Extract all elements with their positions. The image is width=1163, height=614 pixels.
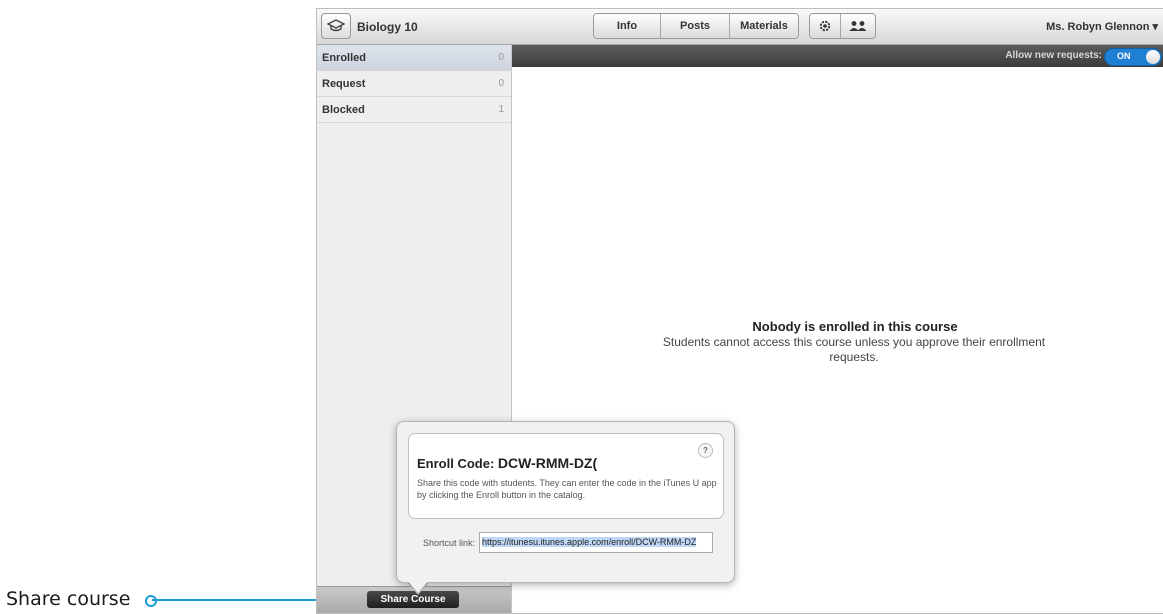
course-button[interactable] — [321, 13, 351, 39]
top-toolbar: Biology 10 Info Posts Materials Ms. Roby… — [317, 9, 1163, 45]
callout-start-dot — [145, 595, 157, 607]
sidebar-item-count: 0 — [498, 52, 504, 63]
toggle-knob — [1146, 50, 1160, 64]
enroll-code-heading: Enroll Code: DCW-RMM-DZ( — [417, 455, 597, 471]
shortcut-link-field[interactable]: https://itunesu.itunes.apple.com/enroll/… — [479, 532, 713, 553]
tab-info[interactable]: Info — [594, 14, 661, 38]
people-icon — [849, 21, 867, 31]
sidebar-item-blocked[interactable]: Blocked 1 — [317, 97, 511, 123]
course-title: Biology 10 — [357, 20, 418, 34]
enroll-code-value: DCW-RMM-DZ( — [497, 455, 598, 471]
sidebar-item-count: 1 — [498, 104, 504, 115]
allow-requests-toggle[interactable]: ON — [1104, 48, 1162, 66]
toggle-state: ON — [1117, 51, 1131, 61]
gear-icon — [819, 20, 831, 32]
callout-label: Share course — [6, 588, 131, 610]
mortarboard-icon — [327, 19, 345, 32]
popover-tail — [406, 579, 430, 593]
user-menu[interactable]: Ms. Robyn Glennon ▾ — [1046, 20, 1158, 33]
sidebar-item-label: Blocked — [322, 104, 365, 116]
tab-materials[interactable]: Materials — [730, 14, 798, 38]
shortcut-link-label: Shortcut link: — [423, 538, 476, 548]
share-popover: Enroll Code: DCW-RMM-DZ( ? Share this co… — [396, 421, 735, 583]
sidebar-item-label: Enrolled — [322, 52, 367, 64]
shortcut-link-value: https://itunesu.itunes.apple.com/enroll/… — [482, 537, 697, 547]
sidebar-item-enrolled[interactable]: Enrolled 0 — [317, 45, 511, 71]
icon-tabs — [809, 13, 876, 39]
tab-posts[interactable]: Posts — [661, 14, 730, 38]
empty-state-title: Nobody is enrolled in this course — [752, 319, 958, 334]
sidebar-item-request[interactable]: Request 0 — [317, 71, 511, 97]
tab-roster[interactable] — [841, 14, 875, 38]
sidebar-item-label: Request — [322, 78, 366, 90]
main-header-bar: Allow new requests: ON — [512, 45, 1163, 67]
sidebar-item-count: 0 — [498, 78, 504, 89]
enroll-code-box: Enroll Code: DCW-RMM-DZ( ? Share this co… — [408, 433, 724, 519]
enroll-code-label: Enroll Code: — [417, 456, 495, 471]
empty-state-subtitle: Students cannot access this course unles… — [662, 335, 1046, 364]
enroll-code-description: Share this code with students. They can … — [417, 478, 717, 500]
help-button[interactable]: ? — [698, 443, 713, 458]
allow-requests-label: Allow new requests: — [1005, 50, 1102, 61]
tab-settings[interactable] — [810, 14, 841, 38]
main-tabs: Info Posts Materials — [593, 13, 799, 39]
